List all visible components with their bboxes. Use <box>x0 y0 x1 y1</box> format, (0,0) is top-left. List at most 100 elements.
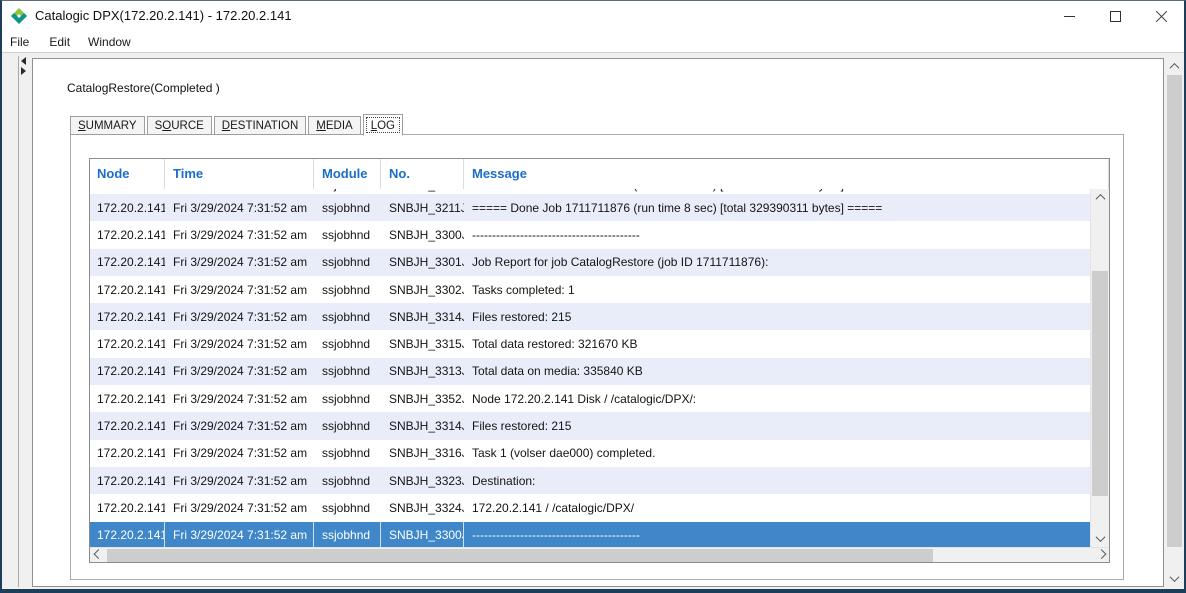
cell-module: ssjobhnd <box>314 358 381 385</box>
log-row[interactable]: 172.20.2.141Fri 3/29/2024 7:31:52 amssjo… <box>90 467 1090 494</box>
log-row[interactable]: 172.20.2.141Fri 3/29/2024 7:31:52 amssjo… <box>90 194 1090 221</box>
outer-vertical-scrollbar[interactable] <box>1166 58 1183 587</box>
tab-media[interactable]: MEDIA <box>308 116 360 135</box>
cell-time: Fri 3/29/2024 7:31:52 am <box>165 494 314 521</box>
column-header-no[interactable]: No. <box>381 159 464 189</box>
cell-module: ssjobhnd <box>314 440 381 467</box>
column-header-time[interactable]: Time <box>165 159 314 189</box>
scroll-up-button[interactable] <box>1091 189 1109 206</box>
cell-no: SNBJH_3352J <box>381 385 464 412</box>
menu-window[interactable]: Window <box>79 31 140 53</box>
cell-message: ===== Done Job 1711711876 (run time 8 se… <box>464 194 1090 221</box>
menu-file[interactable]: File <box>10 31 38 53</box>
log-row[interactable]: 172.20.2.141Fri 3/29/2024 7:31:52 amssjo… <box>90 358 1090 385</box>
log-row[interactable]: 172.20.2.141Fri 3/29/2024 7:31:52 amssjo… <box>90 522 1090 547</box>
cell-time: Fri 3/29/2024 7:31:52 am <box>165 440 314 467</box>
log-row[interactable]: 172.20.2.141Fri 3/29/2024 7:31:52 amssjo… <box>90 412 1090 439</box>
cell-time: Fri 3/29/2024 7:31:52 am <box>165 412 314 439</box>
maximize-button[interactable] <box>1092 1 1138 31</box>
cell-message: Total data restored: 321670 KB <box>464 330 1090 357</box>
scroll-left-button[interactable] <box>90 548 106 562</box>
cell-node: 172.20.2.141 <box>90 221 165 248</box>
cell-time: Fri 3/29/2024 7:31:52 am <box>165 330 314 357</box>
cell-node: 172.20.2.141 <box>90 330 165 357</box>
cell-module: ssjobhnd <box>314 276 381 303</box>
outer-scroll-up-button[interactable] <box>1166 58 1183 75</box>
splitter-collapse-control[interactable] <box>21 57 31 75</box>
cell-no: SNBJH_3302J <box>381 276 464 303</box>
cell-no: SNBJH_3300J <box>381 221 464 248</box>
cell-no: SNBJH_3315J <box>381 330 464 357</box>
cell-no: SNBJH_3323J <box>381 467 464 494</box>
vertical-scroll-thumb[interactable] <box>1092 271 1108 496</box>
cell-message: Job Report for job CatalogRestore (job I… <box>464 249 1090 276</box>
app-window: Catalogic DPX(172.20.2.141) - 172.20.2.1… <box>0 0 1186 593</box>
column-header-node[interactable]: Node <box>90 159 165 189</box>
cell-node: 172.20.2.141 <box>90 194 165 221</box>
cell-no: SNBJH_3313J <box>381 358 464 385</box>
chevron-right-icon <box>1096 549 1106 559</box>
cell-module: ssjobhnd <box>314 221 381 248</box>
cell-node: 172.20.2.141 <box>90 522 165 547</box>
cell-message: Files restored: 215 <box>464 412 1090 439</box>
log-row[interactable]: 172.20.2.141Fri 3/29/2024 7:31:52 amssjo… <box>90 330 1090 357</box>
chevron-left-icon <box>93 549 103 559</box>
cell-message: Tasks completed: 1 <box>464 276 1090 303</box>
log-row[interactable]: 172.20.2.141Fri 3/29/2024 7:31:52 amssjo… <box>90 249 1090 276</box>
log-row[interactable]: 172.20.2.141Fri 3/29/2024 7:31:52 amssjo… <box>90 440 1090 467</box>
cell-node: 172.20.2.141 <box>90 385 165 412</box>
collapse-left-icon <box>21 57 26 65</box>
log-row[interactable]: 172.20.2.141Fri 3/29/2024 7:31:52 amssjo… <box>90 221 1090 248</box>
tab-summary[interactable]: SUMMARY <box>70 116 145 135</box>
minimize-button[interactable] <box>1046 1 1092 31</box>
log-table: NodeTimeModuleNo.Message 172.20.2.141Fri… <box>89 158 1110 563</box>
job-status-title: CatalogRestore(Completed ) <box>67 81 220 95</box>
outer-vertical-scroll-thumb[interactable] <box>1167 75 1182 547</box>
titlebar: Catalogic DPX(172.20.2.141) - 172.20.2.1… <box>2 1 1184 31</box>
cell-time: Fri 3/29/2024 7:31:52 am <box>165 358 314 385</box>
horizontal-scroll-thumb[interactable] <box>107 549 933 562</box>
log-row[interactable]: 172.20.2.141Fri 3/29/2024 7:31:52 amssjo… <box>90 385 1090 412</box>
cell-module: ssjobhnd <box>314 249 381 276</box>
cell-time: Fri 3/29/2024 7:31:52 am <box>165 194 314 221</box>
cell-message: ----------------------------------------… <box>464 221 1090 248</box>
cell-no: SNBJH_3314J <box>381 303 464 330</box>
column-header-module[interactable]: Module <box>314 159 381 189</box>
cell-time: Fri 3/29/2024 7:31:52 am <box>165 303 314 330</box>
log-row[interactable]: 172.20.2.141Fri 3/29/2024 7:31:52 amssjo… <box>90 494 1090 521</box>
maximize-icon <box>1110 11 1121 22</box>
chevron-up-icon <box>1170 63 1180 73</box>
cell-no: SNBJH_3316J <box>381 440 464 467</box>
cell-module: ssjobhnd <box>314 385 381 412</box>
outer-scroll-down-button[interactable] <box>1166 570 1183 587</box>
client-area: CatalogRestore(Completed ) SUMMARYSOURCE… <box>2 54 1184 589</box>
log-row[interactable]: 172.20.2.141Fri 3/29/2024 7:31:52 amssjo… <box>90 303 1090 330</box>
collapse-right-icon <box>21 67 26 75</box>
cell-module: ssjobhnd <box>314 412 381 439</box>
tab-destination[interactable]: DESTINATION <box>214 116 306 135</box>
window-title: Catalogic DPX(172.20.2.141) - 172.20.2.1… <box>35 1 292 31</box>
tab-source[interactable]: SOURCE <box>147 116 212 135</box>
chevron-down-icon <box>1170 572 1180 582</box>
menu-edit[interactable]: Edit <box>40 31 79 53</box>
log-row[interactable]: 172.20.2.141Fri 3/29/2024 7:31:52 amssjo… <box>90 276 1090 303</box>
chevron-down-icon <box>1095 532 1105 542</box>
close-button[interactable] <box>1138 1 1184 31</box>
scroll-right-button[interactable] <box>1093 548 1109 562</box>
cell-message: Total data on media: 335840 KB <box>464 358 1090 385</box>
column-header-message[interactable]: Message <box>464 159 1109 189</box>
minimize-icon <box>1064 16 1075 17</box>
tab-log[interactable]: LOG <box>363 114 403 136</box>
cell-node: 172.20.2.141 <box>90 467 165 494</box>
cell-module: ssjobhnd <box>314 494 381 521</box>
table-horizontal-scrollbar[interactable] <box>90 547 1109 562</box>
job-panel: CatalogRestore(Completed ) SUMMARYSOURCE… <box>32 58 1164 587</box>
table-vertical-scrollbar[interactable] <box>1090 189 1109 547</box>
splitter-divider[interactable] <box>18 56 19 587</box>
cell-no: SNBJH_3300J <box>381 522 464 547</box>
cell-no: SNBJH_3324J <box>381 494 464 521</box>
log-tab-content: NodeTimeModuleNo.Message 172.20.2.141Fri… <box>70 134 1124 580</box>
cell-no: SNBJH_3314J <box>381 412 464 439</box>
scroll-down-button[interactable] <box>1091 530 1109 547</box>
menubar: File Edit Window <box>2 31 1184 53</box>
